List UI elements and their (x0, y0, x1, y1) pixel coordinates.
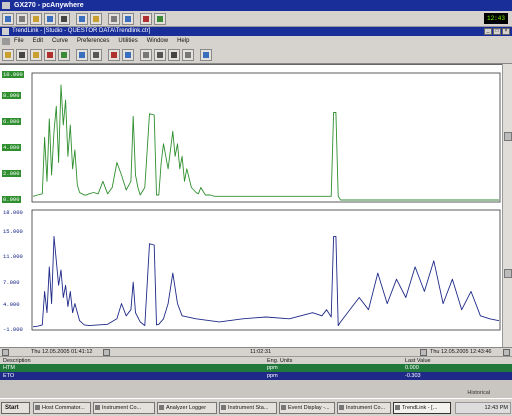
app-icon (281, 405, 286, 410)
green-axis-label: 0.000 (2, 196, 21, 203)
remote-chat-button[interactable] (30, 13, 42, 25)
grid-button[interactable] (140, 49, 152, 61)
settings-button[interactable] (122, 49, 134, 61)
save-button[interactable] (44, 49, 56, 61)
menu-preferences[interactable]: Preferences (77, 36, 109, 47)
table-view-button[interactable] (168, 49, 180, 61)
taskbar-item[interactable]: Instrument Co... (337, 402, 391, 414)
row-last-value: 0.000 (405, 365, 419, 371)
legend-row-eto[interactable]: ETO ppm -0.303 (0, 372, 512, 380)
document-icon (2, 38, 10, 45)
blue-axis-label: 7.000 (3, 279, 20, 286)
legend-row-htm[interactable]: HTM ppm 0.000 (0, 364, 512, 372)
trendlink-title: TrendLink - [Studio - QUESTOR DATA\Trend… (12, 28, 151, 34)
mode-status: Historical (467, 390, 490, 396)
menu-bar: File Edit Curve Preferences Utilities Wi… (0, 36, 512, 47)
row-description: HTM (3, 365, 15, 371)
menu-curve[interactable]: Curve (52, 36, 68, 47)
blue-axis-label: -1.000 (3, 326, 23, 333)
page-right-button[interactable] (420, 349, 427, 356)
lower-scroll-thumb[interactable] (504, 269, 512, 278)
trend-chart-svg (31, 72, 501, 331)
blue-axis-label: 15.000 (3, 228, 23, 235)
row-units: ppm (267, 373, 278, 379)
app-icon (35, 405, 40, 410)
taskbar-item[interactable]: Instrument Co... (93, 402, 155, 414)
refresh-button[interactable] (76, 49, 88, 61)
menu-help[interactable]: Help (177, 36, 189, 47)
scroll-left-button[interactable] (2, 349, 9, 356)
app-icon (395, 405, 400, 410)
open-button[interactable] (30, 49, 42, 61)
remote-tools-button[interactable] (108, 13, 120, 25)
app-icon (221, 405, 226, 410)
remote-toolbar: 12:43 (0, 11, 512, 27)
blue-axis-label: 11.000 (3, 253, 23, 260)
trendlink-titlebar: TrendLink - [Studio - QUESTOR DATA\Trend… (0, 27, 512, 36)
remote-help-button[interactable] (122, 13, 134, 25)
maximize-button[interactable]: □ (493, 28, 501, 35)
row-last-value: -0.303 (405, 373, 421, 379)
taskbar-item[interactable]: Host Commator... (33, 402, 91, 414)
layout-button[interactable] (154, 49, 166, 61)
row-description: ETO (3, 373, 15, 379)
system-tray: 12:43 PM (455, 402, 511, 414)
tray-clock: 12:43 PM (484, 405, 508, 411)
lower-plot-frame (31, 209, 501, 331)
green-axis-label: 8.000 (2, 92, 21, 99)
remote-clock: 12:43 (484, 13, 508, 24)
vertical-scrollbar[interactable] (502, 64, 512, 347)
taskbar-item[interactable]: Analyzer Logger (157, 402, 217, 414)
trendlink-toolbar (0, 47, 512, 64)
remote-record-button[interactable] (76, 13, 88, 25)
remote-window-title: GX270 - pcAnywhere (14, 2, 84, 9)
app-icon (339, 405, 344, 410)
taskbar-item[interactable]: Instrument Sta... (219, 402, 277, 414)
app-icon (95, 405, 100, 410)
export-button[interactable] (182, 49, 194, 61)
remote-keys-button[interactable] (44, 13, 56, 25)
legend-button[interactable] (200, 49, 212, 61)
menu-edit[interactable]: Edit (33, 36, 43, 47)
edit-curve-button[interactable] (16, 49, 28, 61)
close-button[interactable]: × (502, 28, 510, 35)
pcanywhere-icon (2, 2, 10, 9)
menu-window[interactable]: Window (147, 36, 168, 47)
trend-chart-area[interactable]: 10.000 8.000 6.000 4.000 2.000 0.000 18.… (0, 64, 512, 347)
remote-clipboard-button[interactable] (90, 13, 102, 25)
row-units: ppm (267, 365, 278, 371)
green-axis-label: 10.000 (2, 71, 24, 78)
empty-legend-area (0, 380, 512, 398)
taskbar: Start Host Commator... Instrument Co... … (0, 398, 512, 416)
upper-scroll-thumb[interactable] (504, 132, 512, 141)
report-button[interactable] (108, 49, 120, 61)
app-icon (159, 405, 164, 410)
remote-screen-button[interactable] (58, 13, 70, 25)
scroll-right-button[interactable] (503, 349, 510, 356)
blue-axis-label: 18.000 (3, 209, 23, 216)
green-axis-label: 6.000 (2, 118, 21, 125)
menu-utilities[interactable]: Utilities (118, 36, 137, 47)
remote-options-button[interactable] (154, 13, 166, 25)
blue-axis-label: 4.000 (3, 301, 20, 308)
remote-view-button[interactable] (2, 13, 14, 25)
minimize-button[interactable]: _ (484, 28, 492, 35)
green-axis-label: 4.000 (2, 144, 21, 151)
zoom-button[interactable] (90, 49, 102, 61)
time-navigation-bar: Thu 12.05.2005 01:41:12 11:02:31 Thu 12.… (0, 347, 512, 356)
page-left-button[interactable] (103, 349, 110, 356)
menu-file[interactable]: File (14, 36, 24, 47)
taskbar-item[interactable]: Event Display -... (279, 402, 335, 414)
taskbar-item-active[interactable]: TrendLink - [... (393, 402, 451, 414)
trendlink-icon (2, 28, 9, 35)
green-axis-label: 2.000 (2, 170, 21, 177)
start-button[interactable]: Start (1, 402, 30, 414)
new-curve-button[interactable] (2, 49, 14, 61)
remote-transfer-button[interactable] (16, 13, 28, 25)
remote-window-titlebar: GX270 - pcAnywhere (0, 0, 512, 11)
print-button[interactable] (58, 49, 70, 61)
remote-disconnect-button[interactable] (140, 13, 152, 25)
legend-table-header: Description Eng. Units Last Value (0, 356, 512, 364)
